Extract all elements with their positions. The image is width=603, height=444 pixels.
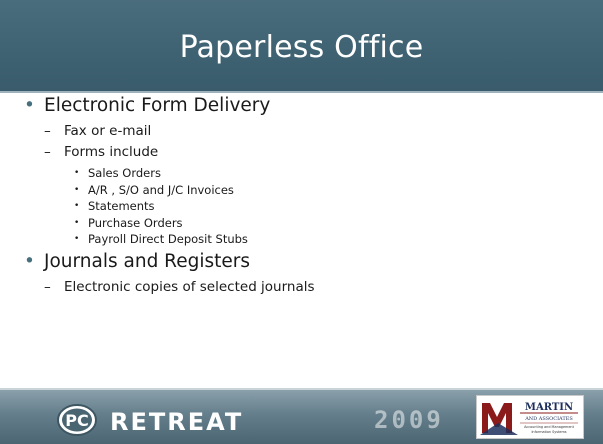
bullet-dot-icon: • bbox=[74, 217, 80, 228]
retreat-wordmark: RETREAT bbox=[110, 408, 244, 436]
title-bar: Paperless Office bbox=[0, 0, 603, 93]
sponsor-subtitle: AND ASSOCIATES bbox=[524, 416, 573, 422]
bullet-dot-icon: • bbox=[24, 95, 35, 116]
bullet-dash-icon: – bbox=[44, 144, 51, 160]
list-item: • Sales Orders bbox=[34, 165, 592, 182]
list-item-text: Fax or e-mail bbox=[64, 123, 152, 139]
bullet-list: • Electronic Form Delivery – Fax or e-ma… bbox=[22, 94, 592, 298]
list-item-text: Purchase Orders bbox=[88, 215, 183, 230]
bullet-dash-icon: – bbox=[44, 123, 51, 139]
sponsor-name: MARTIN bbox=[525, 402, 573, 413]
list-item: • A/R , S/O and J/C Invoices bbox=[34, 182, 592, 199]
bullet-dot-icon: • bbox=[74, 184, 80, 195]
martin-associates-logo: MARTIN AND ASSOCIATES Accounting and Man… bbox=[480, 402, 578, 435]
slide: Paperless Office • Electronic Form Deliv… bbox=[0, 0, 603, 444]
list-item: • Electronic Form Delivery bbox=[22, 94, 592, 118]
list-item-text: Payroll Direct Deposit Stubs bbox=[88, 232, 248, 246]
list-item-text: A/R , S/O and J/C Invoices bbox=[88, 182, 234, 197]
sponsor-tagline-1: Accounting and Management bbox=[524, 425, 574, 429]
list-item: – Electronic copies of selected journals bbox=[34, 277, 592, 298]
bullet-dot-icon: • bbox=[24, 250, 35, 272]
list-item: • Statements bbox=[34, 198, 592, 215]
list-item: – Forms include bbox=[34, 142, 592, 163]
bullet-dot-icon: • bbox=[74, 234, 80, 244]
list-item-text: Statements bbox=[88, 199, 155, 213]
list-item: – Fax or e-mail bbox=[34, 121, 592, 142]
bullet-dot-icon: • bbox=[74, 201, 80, 211]
list-item-text: Electronic copies of selected journals bbox=[64, 278, 315, 295]
pc-logo-text: PC bbox=[65, 411, 88, 430]
list-item-text: Electronic Form Delivery bbox=[44, 95, 271, 116]
sponsor-tagline-2: Information Systems bbox=[531, 430, 566, 434]
list-item: • Purchase Orders bbox=[34, 215, 592, 232]
list-item: • Payroll Direct Deposit Stubs bbox=[34, 231, 592, 248]
list-item-text: Forms include bbox=[64, 144, 159, 160]
list-item-text: Journals and Registers bbox=[44, 250, 250, 272]
list-item-text: Sales Orders bbox=[88, 166, 161, 180]
bullet-dash-icon: – bbox=[44, 278, 51, 295]
pc-logo-icon: PC bbox=[57, 404, 97, 436]
list-item: • Journals and Registers bbox=[22, 250, 592, 274]
bullet-dot-icon: • bbox=[74, 168, 80, 178]
event-year: 2009 bbox=[374, 406, 444, 434]
slide-title: Paperless Office bbox=[179, 30, 424, 65]
